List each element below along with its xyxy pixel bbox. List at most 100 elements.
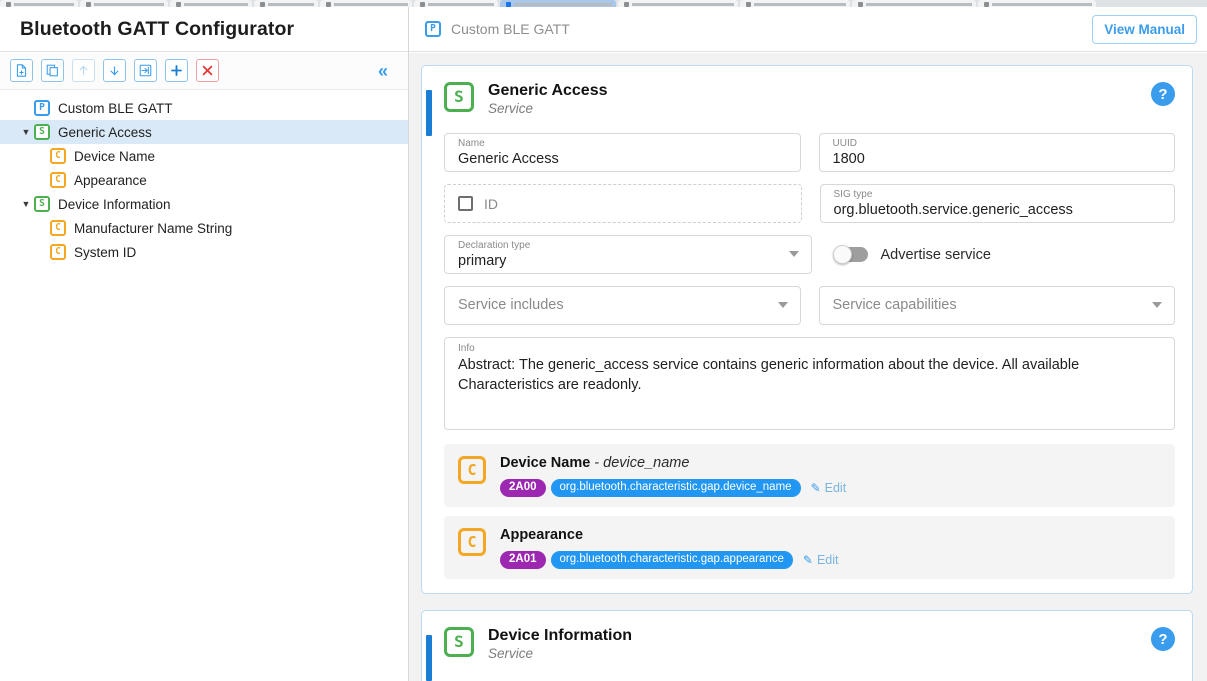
declaration-type-select[interactable]: Declaration type primary <box>444 235 812 274</box>
browser-tab[interactable] <box>740 0 850 7</box>
characteristic-row[interactable]: CDevice Name - device_name2A00org.blueto… <box>444 444 1175 507</box>
delete-button[interactable] <box>196 59 219 82</box>
advertise-service-label: Advertise service <box>881 247 991 263</box>
characteristic-title-line: Device Name - device_name <box>500 454 1163 473</box>
service-badge-icon: S <box>444 627 474 657</box>
edit-characteristic-link[interactable]: ✎ Edit <box>803 553 839 567</box>
tree-item-label: System ID <box>74 245 136 260</box>
edit-characteristic-link[interactable]: ✎Edit <box>811 481 847 495</box>
profile-badge-icon: P <box>425 21 441 37</box>
panel-title-bar: Bluetooth GATT Configurator <box>0 7 408 52</box>
browser-tab[interactable] <box>320 0 412 7</box>
advertise-service-row: Advertise service <box>830 235 1176 274</box>
service-subtitle: Service <box>488 100 607 117</box>
tab-title <box>94 3 164 6</box>
service-badge-icon: S <box>34 124 50 140</box>
toggle-knob <box>833 245 852 264</box>
characteristic-badge-icon: C <box>50 220 66 236</box>
help-icon[interactable]: ? <box>1151 627 1175 651</box>
characteristic-badge-icon: C <box>50 244 66 260</box>
advertise-service-toggle[interactable] <box>834 247 868 262</box>
sig-type-field[interactable]: SIG type org.bluetooth.service.generic_a… <box>820 184 1176 223</box>
tree-item-device-name[interactable]: ▼CDevice Name <box>0 144 408 168</box>
copy-icon <box>46 64 59 77</box>
tree-item-label: Generic Access <box>58 125 152 140</box>
new-file-button[interactable] <box>10 59 33 82</box>
browser-tab[interactable] <box>618 0 738 7</box>
close-x-icon <box>201 64 214 77</box>
edit-label: Edit <box>817 553 839 567</box>
browser-tab[interactable] <box>80 0 168 7</box>
tab-title <box>754 3 846 6</box>
characteristic-tags: 2A00 org.bluetooth.characteristic.gap.dev… <box>500 479 1163 497</box>
pencil-icon: ✎ <box>803 553 813 567</box>
collapse-panel-button[interactable]: « <box>372 60 394 82</box>
tree-item-custom-ble-gatt[interactable]: ▼PCustom BLE GATT <box>0 96 408 120</box>
characteristic-row[interactable]: CAppearance2A01org.bluetooth.characteris… <box>444 516 1175 579</box>
form-row-id-sigtype: ID SIG type org.bluetooth.service.generi… <box>444 184 1175 223</box>
browser-tab[interactable] <box>254 0 318 7</box>
tab-title <box>428 3 494 6</box>
move-up-button[interactable] <box>72 59 95 82</box>
import-icon <box>139 64 152 77</box>
id-field[interactable]: ID <box>444 184 802 223</box>
tree-item-manufacturer-name-string[interactable]: ▼CManufacturer Name String <box>0 216 408 240</box>
tree-item-appearance[interactable]: ▼CAppearance <box>0 168 408 192</box>
service-subtitle: Service <box>488 645 632 662</box>
gatt-tree: ▼PCustom BLE GATT▼SGeneric Access▼CDevic… <box>0 90 408 264</box>
profile-badge-icon: P <box>34 100 50 116</box>
form-row-includes-capabilities: Service includes Service capabilities <box>444 286 1175 325</box>
service-capabilities-select[interactable]: Service capabilities <box>819 286 1176 325</box>
characteristic-sig-tag: org.bluetooth.characteristic.gap.device_… <box>551 479 801 497</box>
help-icon[interactable]: ? <box>1151 82 1175 106</box>
move-down-button[interactable] <box>103 59 126 82</box>
left-panel: Bluetooth GATT Configurator <box>0 7 409 681</box>
tab-title <box>992 3 1092 6</box>
browser-tab[interactable] <box>852 0 976 7</box>
declaration-type-label: Declaration type <box>458 240 800 252</box>
tab-title <box>514 3 612 6</box>
import-button[interactable] <box>134 59 157 82</box>
service-title: Generic Access <box>488 82 607 100</box>
expand-collapse-icon[interactable]: ▼ <box>18 128 34 137</box>
chevron-double-left-icon: « <box>378 62 388 80</box>
info-label: Info <box>458 343 1162 355</box>
card-scroll-area[interactable]: S Generic Access Service ? Name Generic … <box>409 53 1207 681</box>
tree-item-device-information[interactable]: ▼SDevice Information <box>0 192 408 216</box>
pencil-icon: ✎ <box>811 481 821 495</box>
name-field-label: Name <box>458 138 789 150</box>
tree-item-label: Device Name <box>74 149 155 164</box>
view-manual-button[interactable]: View Manual <box>1092 15 1197 44</box>
info-textarea[interactable]: Info Abstract: The generic_access servic… <box>444 337 1175 430</box>
browser-tab[interactable] <box>978 0 1096 7</box>
browser-tab[interactable] <box>170 0 252 7</box>
add-button[interactable] <box>165 59 188 82</box>
name-field[interactable]: Name Generic Access <box>444 133 801 172</box>
service-includes-select[interactable]: Service includes <box>444 286 801 325</box>
browser-tab[interactable] <box>500 0 616 7</box>
characteristic-list: CDevice Name - device_name2A00org.blueto… <box>444 444 1175 579</box>
uuid-field[interactable]: UUID 1800 <box>819 133 1176 172</box>
tree-item-label: Manufacturer Name String <box>74 221 232 236</box>
tree-item-label: Custom BLE GATT <box>58 101 173 116</box>
file-add-icon <box>15 64 28 77</box>
expand-collapse-icon[interactable]: ▼ <box>18 200 34 209</box>
tree-item-generic-access[interactable]: ▼S Generic Access <box>0 120 408 144</box>
tree-item-system-id[interactable]: ▼CSystem ID <box>0 240 408 264</box>
plus-icon <box>170 64 183 77</box>
tab-title <box>14 3 74 6</box>
service-card-header: S Device Information Service ? <box>444 627 1175 662</box>
browser-tab[interactable] <box>414 0 498 7</box>
tab-title <box>268 3 314 6</box>
name-field-value: Generic Access <box>458 150 789 169</box>
characteristic-uuid-tag: 2A00 <box>500 479 546 497</box>
application-window: Bluetooth GATT Configurator <box>0 7 1207 681</box>
chevron-down-icon <box>1152 302 1162 308</box>
sig-type-field-value: org.bluetooth.service.generic_access <box>834 201 1164 220</box>
browser-tab[interactable] <box>0 0 78 7</box>
service-card-generic-access: S Generic Access Service ? Name Generic … <box>421 65 1193 594</box>
duplicate-button[interactable] <box>41 59 64 82</box>
breadcrumb[interactable]: P Custom BLE GATT <box>425 21 570 37</box>
id-checkbox[interactable] <box>458 196 473 211</box>
tab-title <box>866 3 972 6</box>
